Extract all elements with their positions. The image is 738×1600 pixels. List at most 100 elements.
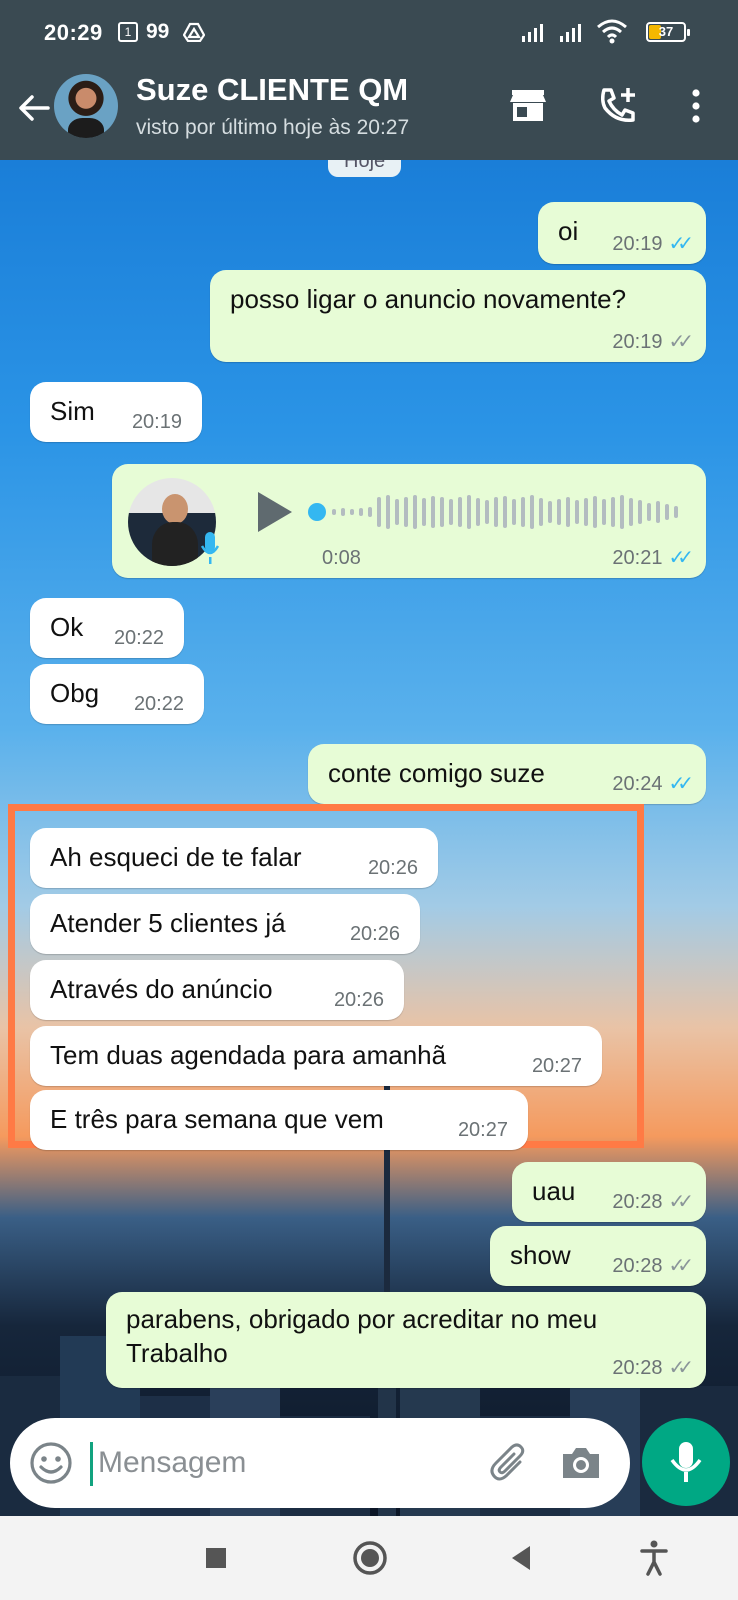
- playback-position[interactable]: [308, 503, 326, 521]
- message-outgoing[interactable]: show 20:28 ✓✓: [490, 1226, 706, 1286]
- waveform-bar: [629, 498, 633, 526]
- paperclip-icon[interactable]: [486, 1440, 532, 1486]
- double-check-delivered-icon: ✓✓: [668, 1255, 693, 1277]
- message-time: 20:19: [612, 331, 663, 353]
- back-arrow-icon[interactable]: [14, 88, 54, 128]
- waveform-bar: [521, 497, 525, 527]
- message-input[interactable]: [98, 1438, 468, 1488]
- notification-count: 99: [146, 20, 170, 43]
- battery-icon: 37: [646, 22, 690, 42]
- waveform-bar: [467, 495, 471, 529]
- add-call-icon[interactable]: [594, 82, 642, 130]
- waveform-bar: [458, 497, 462, 527]
- message-time: 20:22: [133, 693, 184, 715]
- voice-message[interactable]: 0:08 20:21 ✓✓: [112, 464, 706, 578]
- message-text: Ok: [50, 612, 84, 642]
- message-time: 20:19: [131, 411, 182, 433]
- camera-icon[interactable]: [558, 1440, 604, 1486]
- chat-area[interactable]: Hoje oi 20:19 ✓✓ posso ligar o anuncio no…: [0, 160, 738, 1516]
- status-time: 20:29: [44, 20, 103, 45]
- waveform-bar: [431, 496, 435, 528]
- message-incoming[interactable]: Ok 20:22: [30, 598, 184, 658]
- message-incoming[interactable]: Tem duas agendada para amanhã 20:27: [30, 1026, 602, 1086]
- waveform-bar: [440, 497, 444, 527]
- waveform-bar: [350, 509, 354, 515]
- battery-percent: 37: [658, 24, 674, 39]
- message-outgoing[interactable]: parabens, obrigado por acreditar no meu …: [106, 1292, 706, 1388]
- last-seen-status: visto por último hoje às 20:27: [136, 116, 410, 139]
- waveform-bar: [485, 500, 489, 524]
- waveform-bar: [656, 501, 660, 523]
- message-outgoing[interactable]: uau 20:28 ✓✓: [512, 1162, 706, 1222]
- message-text: Obg: [50, 678, 100, 708]
- waveform-bar: [494, 497, 498, 527]
- double-check-delivered-icon: ✓✓: [668, 331, 693, 353]
- waveform-bar: [575, 500, 579, 524]
- waveform-bar: [359, 508, 363, 516]
- waveform-bar: [557, 499, 561, 525]
- play-icon[interactable]: [254, 490, 294, 534]
- message-outgoing[interactable]: posso ligar o anuncio novamente? 20:19 ✓✓: [210, 270, 706, 362]
- contact-avatar[interactable]: [54, 74, 118, 138]
- waveform-bar: [638, 500, 642, 524]
- emoji-icon[interactable]: [28, 1440, 74, 1486]
- message-time: 20:27: [531, 1055, 582, 1077]
- message-text: Tem duas agendada para amanhã: [50, 1040, 447, 1070]
- message-text: Através do anúncio: [50, 974, 273, 1004]
- waveform-bar: [386, 495, 390, 529]
- waveform-bar: [512, 499, 516, 525]
- waveform-bar: [647, 503, 651, 521]
- waveform-bar: [449, 499, 453, 525]
- message-time: 20:21: [612, 547, 663, 569]
- status-bar: 20:29 1 99 37: [0, 0, 738, 66]
- double-check-delivered-icon: ✓✓: [668, 1357, 693, 1379]
- waveform-bar: [503, 496, 507, 528]
- message-time: 20:26: [333, 989, 384, 1011]
- message-time: 20:24: [612, 773, 663, 795]
- message-incoming[interactable]: Através do anúncio 20:26: [30, 960, 404, 1020]
- message-time: 20:28: [612, 1255, 663, 1277]
- waveform-bar: [422, 498, 426, 526]
- message-time: 20:26: [349, 923, 400, 945]
- waveform-bar: [332, 509, 336, 515]
- message-time: 20:27: [457, 1119, 508, 1141]
- waveform-bar: [413, 495, 417, 529]
- voice-record-button[interactable]: [642, 1418, 730, 1506]
- accessibility-icon[interactable]: [630, 1534, 678, 1582]
- message-incoming[interactable]: Sim 20:19: [30, 382, 202, 442]
- message-incoming[interactable]: E três para semana que vem 20:27: [30, 1090, 528, 1150]
- signal-icon-1: [522, 24, 543, 42]
- system-nav-bar: [0, 1516, 738, 1600]
- message-time: 20:28: [612, 1191, 663, 1213]
- message-time: 20:28: [612, 1357, 663, 1379]
- waveform-bar: [602, 499, 606, 525]
- more-vert-icon[interactable]: [672, 82, 720, 130]
- double-check-read-icon: ✓✓: [668, 547, 693, 569]
- voice-duration: 0:08: [322, 547, 361, 569]
- waveform-bar: [620, 495, 624, 529]
- waveform-bar: [377, 497, 381, 527]
- message-outgoing[interactable]: oi 20:19 ✓✓: [538, 202, 706, 264]
- back-nav-icon[interactable]: [498, 1534, 546, 1582]
- waveform-bar: [566, 497, 570, 527]
- message-time: 20:22: [113, 627, 164, 649]
- waveform-bar: [395, 499, 399, 525]
- waveform-bar: [593, 496, 597, 528]
- recents-icon[interactable]: [192, 1534, 240, 1582]
- wifi-icon: [597, 19, 627, 44]
- home-icon[interactable]: [346, 1534, 394, 1582]
- date-chip: Hoje: [328, 160, 402, 177]
- waveform-bar: [665, 504, 669, 520]
- text-caret: [90, 1442, 93, 1486]
- message-composer[interactable]: [10, 1418, 630, 1508]
- message-incoming[interactable]: Ah esqueci de te falar 20:26: [30, 828, 438, 888]
- message-outgoing[interactable]: conte comigo suze 20:24 ✓✓: [308, 744, 706, 804]
- signal-icon-2: [560, 24, 581, 42]
- audio-waveform[interactable]: [308, 492, 678, 532]
- chat-header: Suze CLIENTE QM visto por último hoje às…: [0, 66, 738, 160]
- message-text: Atender 5 clientes já: [50, 908, 286, 938]
- message-incoming[interactable]: Atender 5 clientes já 20:26: [30, 894, 420, 954]
- contact-name[interactable]: Suze CLIENTE QM: [136, 72, 408, 108]
- store-icon[interactable]: [504, 82, 552, 130]
- message-incoming[interactable]: Obg 20:22: [30, 664, 204, 724]
